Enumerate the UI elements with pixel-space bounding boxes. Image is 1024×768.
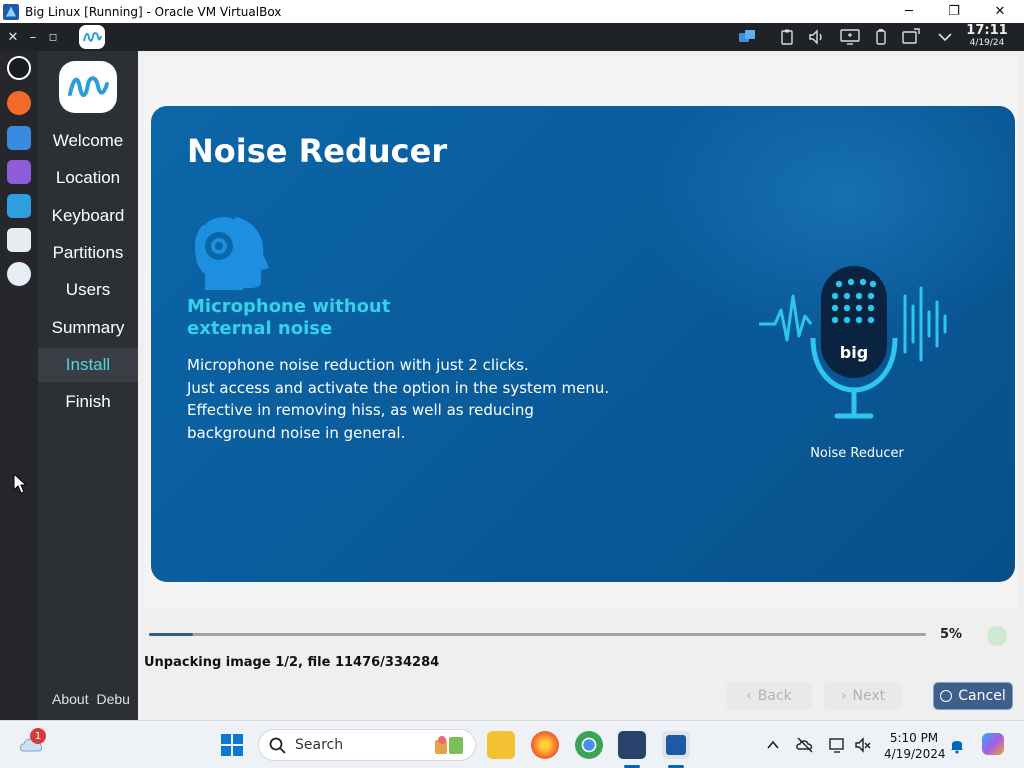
search-icon bbox=[269, 737, 286, 754]
cancel-button-label: Cancel bbox=[958, 688, 1006, 704]
biglinux-menu-icon[interactable] bbox=[7, 56, 31, 80]
about-button[interactable]: About bbox=[52, 691, 89, 707]
step-summary: Summary bbox=[51, 318, 125, 337]
notification-bell-icon[interactable] bbox=[948, 736, 966, 754]
install-status: Unpacking image 1/2, file 11476/334284 bbox=[144, 655, 440, 670]
mouse-pointer-icon bbox=[13, 473, 27, 494]
install-progress-fill bbox=[149, 633, 193, 636]
progress-percent: 5% bbox=[940, 627, 963, 642]
slide-subtitle-line1: Microphone without bbox=[187, 296, 391, 317]
cancel-icon bbox=[940, 690, 953, 702]
host-clock[interactable]: 5:10 PM 4/19/2024 bbox=[884, 730, 946, 762]
close-button[interactable]: ✕ bbox=[977, 0, 1023, 23]
progress-spinner-icon bbox=[987, 626, 1007, 646]
microphone-icon: big bbox=[759, 266, 947, 419]
panel-maximize-button[interactable]: ◻ bbox=[44, 23, 62, 51]
installer-main: Noise Reducer Microphone without externa… bbox=[138, 51, 1024, 720]
chevron-left-icon: ‹ bbox=[746, 688, 752, 704]
notification-badge: 1 bbox=[30, 728, 46, 744]
back-button[interactable]: ‹ Back bbox=[726, 682, 812, 710]
panel-minimize-button[interactable]: – bbox=[24, 23, 42, 51]
slide-subtitle: Microphone without external noise bbox=[187, 296, 487, 340]
window-title: Big Linux [Running] - Oracle VM VirtualB… bbox=[25, 4, 282, 19]
biglinux-vm-icon[interactable] bbox=[662, 731, 690, 759]
file-manager-icon[interactable] bbox=[7, 126, 31, 150]
minimize-button[interactable]: ─ bbox=[886, 0, 932, 23]
slide-body-line: background noise in general. bbox=[187, 423, 406, 442]
chrome-icon[interactable] bbox=[575, 731, 603, 759]
vbox-title-bar: Big Linux [Running] - Oracle VM VirtualB… bbox=[0, 0, 1024, 23]
biglinux-logo-icon[interactable] bbox=[79, 25, 105, 49]
onedrive-offline-icon[interactable] bbox=[796, 736, 814, 754]
slide-body-line: Microphone noise reduction with just 2 c… bbox=[187, 356, 529, 374]
brave-browser-icon[interactable] bbox=[7, 91, 31, 115]
battery-icon[interactable] bbox=[872, 28, 890, 46]
step-partitions: Partitions bbox=[52, 243, 124, 262]
illustration-caption: Noise Reducer bbox=[810, 446, 904, 461]
slideshow-slide: Noise Reducer Microphone without externa… bbox=[151, 106, 1015, 582]
next-button-label: Next bbox=[852, 688, 886, 704]
step-finish: Finish bbox=[65, 392, 111, 411]
search-input[interactable]: Search bbox=[258, 729, 476, 761]
slide-title: Noise Reducer bbox=[187, 132, 448, 170]
back-button-label: Back bbox=[757, 688, 792, 704]
biglinux-logo bbox=[59, 61, 117, 113]
workspace-icon[interactable] bbox=[738, 28, 756, 46]
installer-sidebar: Welcome Location Keyboard Partitions Use… bbox=[38, 51, 138, 720]
restore-button[interactable]: ❐ bbox=[931, 0, 977, 23]
chevron-right-icon: › bbox=[840, 688, 847, 704]
step-keyboard: Keyboard bbox=[51, 206, 125, 225]
file-explorer-icon[interactable] bbox=[487, 731, 515, 759]
display-icon[interactable] bbox=[840, 28, 860, 46]
step-users: Users bbox=[65, 280, 111, 299]
host-time: 5:10 PM bbox=[889, 731, 939, 745]
start-icon[interactable] bbox=[220, 733, 244, 757]
guest-top-panel: ✕ – ◻ bbox=[0, 23, 1024, 51]
text-editor-icon[interactable] bbox=[7, 194, 31, 218]
host-taskbar: 1 Search 5:10 PM 4/19/2024 bbox=[0, 720, 1024, 768]
network-icon[interactable] bbox=[828, 736, 846, 754]
search-placeholder: Search bbox=[295, 737, 344, 753]
volume-icon[interactable] bbox=[808, 28, 826, 46]
debug-button[interactable]: Debu bbox=[96, 691, 129, 707]
clock-date: 4/19/24 bbox=[969, 38, 1005, 48]
firefox-icon[interactable] bbox=[531, 731, 559, 759]
next-button[interactable]: › Next bbox=[824, 682, 902, 710]
screenshot-icon[interactable] bbox=[902, 28, 920, 46]
slide-body-line: Just access and activate the option in t… bbox=[187, 378, 610, 397]
settings-icon[interactable] bbox=[7, 228, 31, 252]
headphone-user-icon bbox=[195, 213, 269, 290]
step-location: Location bbox=[55, 168, 121, 187]
chevron-up-icon[interactable] bbox=[764, 736, 782, 754]
volume-muted-icon[interactable] bbox=[854, 736, 872, 754]
slide-subtitle-line2: external noise bbox=[187, 318, 333, 339]
step-welcome: Welcome bbox=[52, 131, 124, 150]
slide-body: Microphone noise reduction with just 2 c… bbox=[187, 354, 687, 444]
virtualbox-app-icon bbox=[3, 3, 19, 20]
search-highlight-icon bbox=[435, 736, 463, 754]
chevron-down-icon[interactable] bbox=[936, 28, 954, 46]
app-store-icon[interactable] bbox=[7, 160, 31, 184]
microphone-logo-text: big bbox=[840, 343, 868, 362]
sidebar-footer: About Debu bbox=[52, 691, 138, 707]
virtualbox-icon[interactable] bbox=[618, 731, 646, 759]
clock-time: 17:11 bbox=[966, 23, 1008, 38]
guest-dock bbox=[0, 51, 38, 763]
biglinux-installer-icon[interactable] bbox=[7, 262, 31, 286]
host-date: 4/19/2024 bbox=[884, 747, 946, 761]
step-install: Install bbox=[38, 348, 138, 382]
slide-body-line: Effective in removing hiss, as well as r… bbox=[187, 401, 534, 419]
panel-close-button[interactable]: ✕ bbox=[4, 23, 22, 51]
install-progress-bar bbox=[149, 633, 926, 636]
clipboard-icon[interactable] bbox=[778, 28, 796, 46]
guest-clock[interactable]: 17:11 4/19/24 bbox=[962, 23, 1012, 49]
cancel-button[interactable]: Cancel bbox=[933, 682, 1013, 710]
copilot-icon[interactable] bbox=[982, 733, 1004, 755]
